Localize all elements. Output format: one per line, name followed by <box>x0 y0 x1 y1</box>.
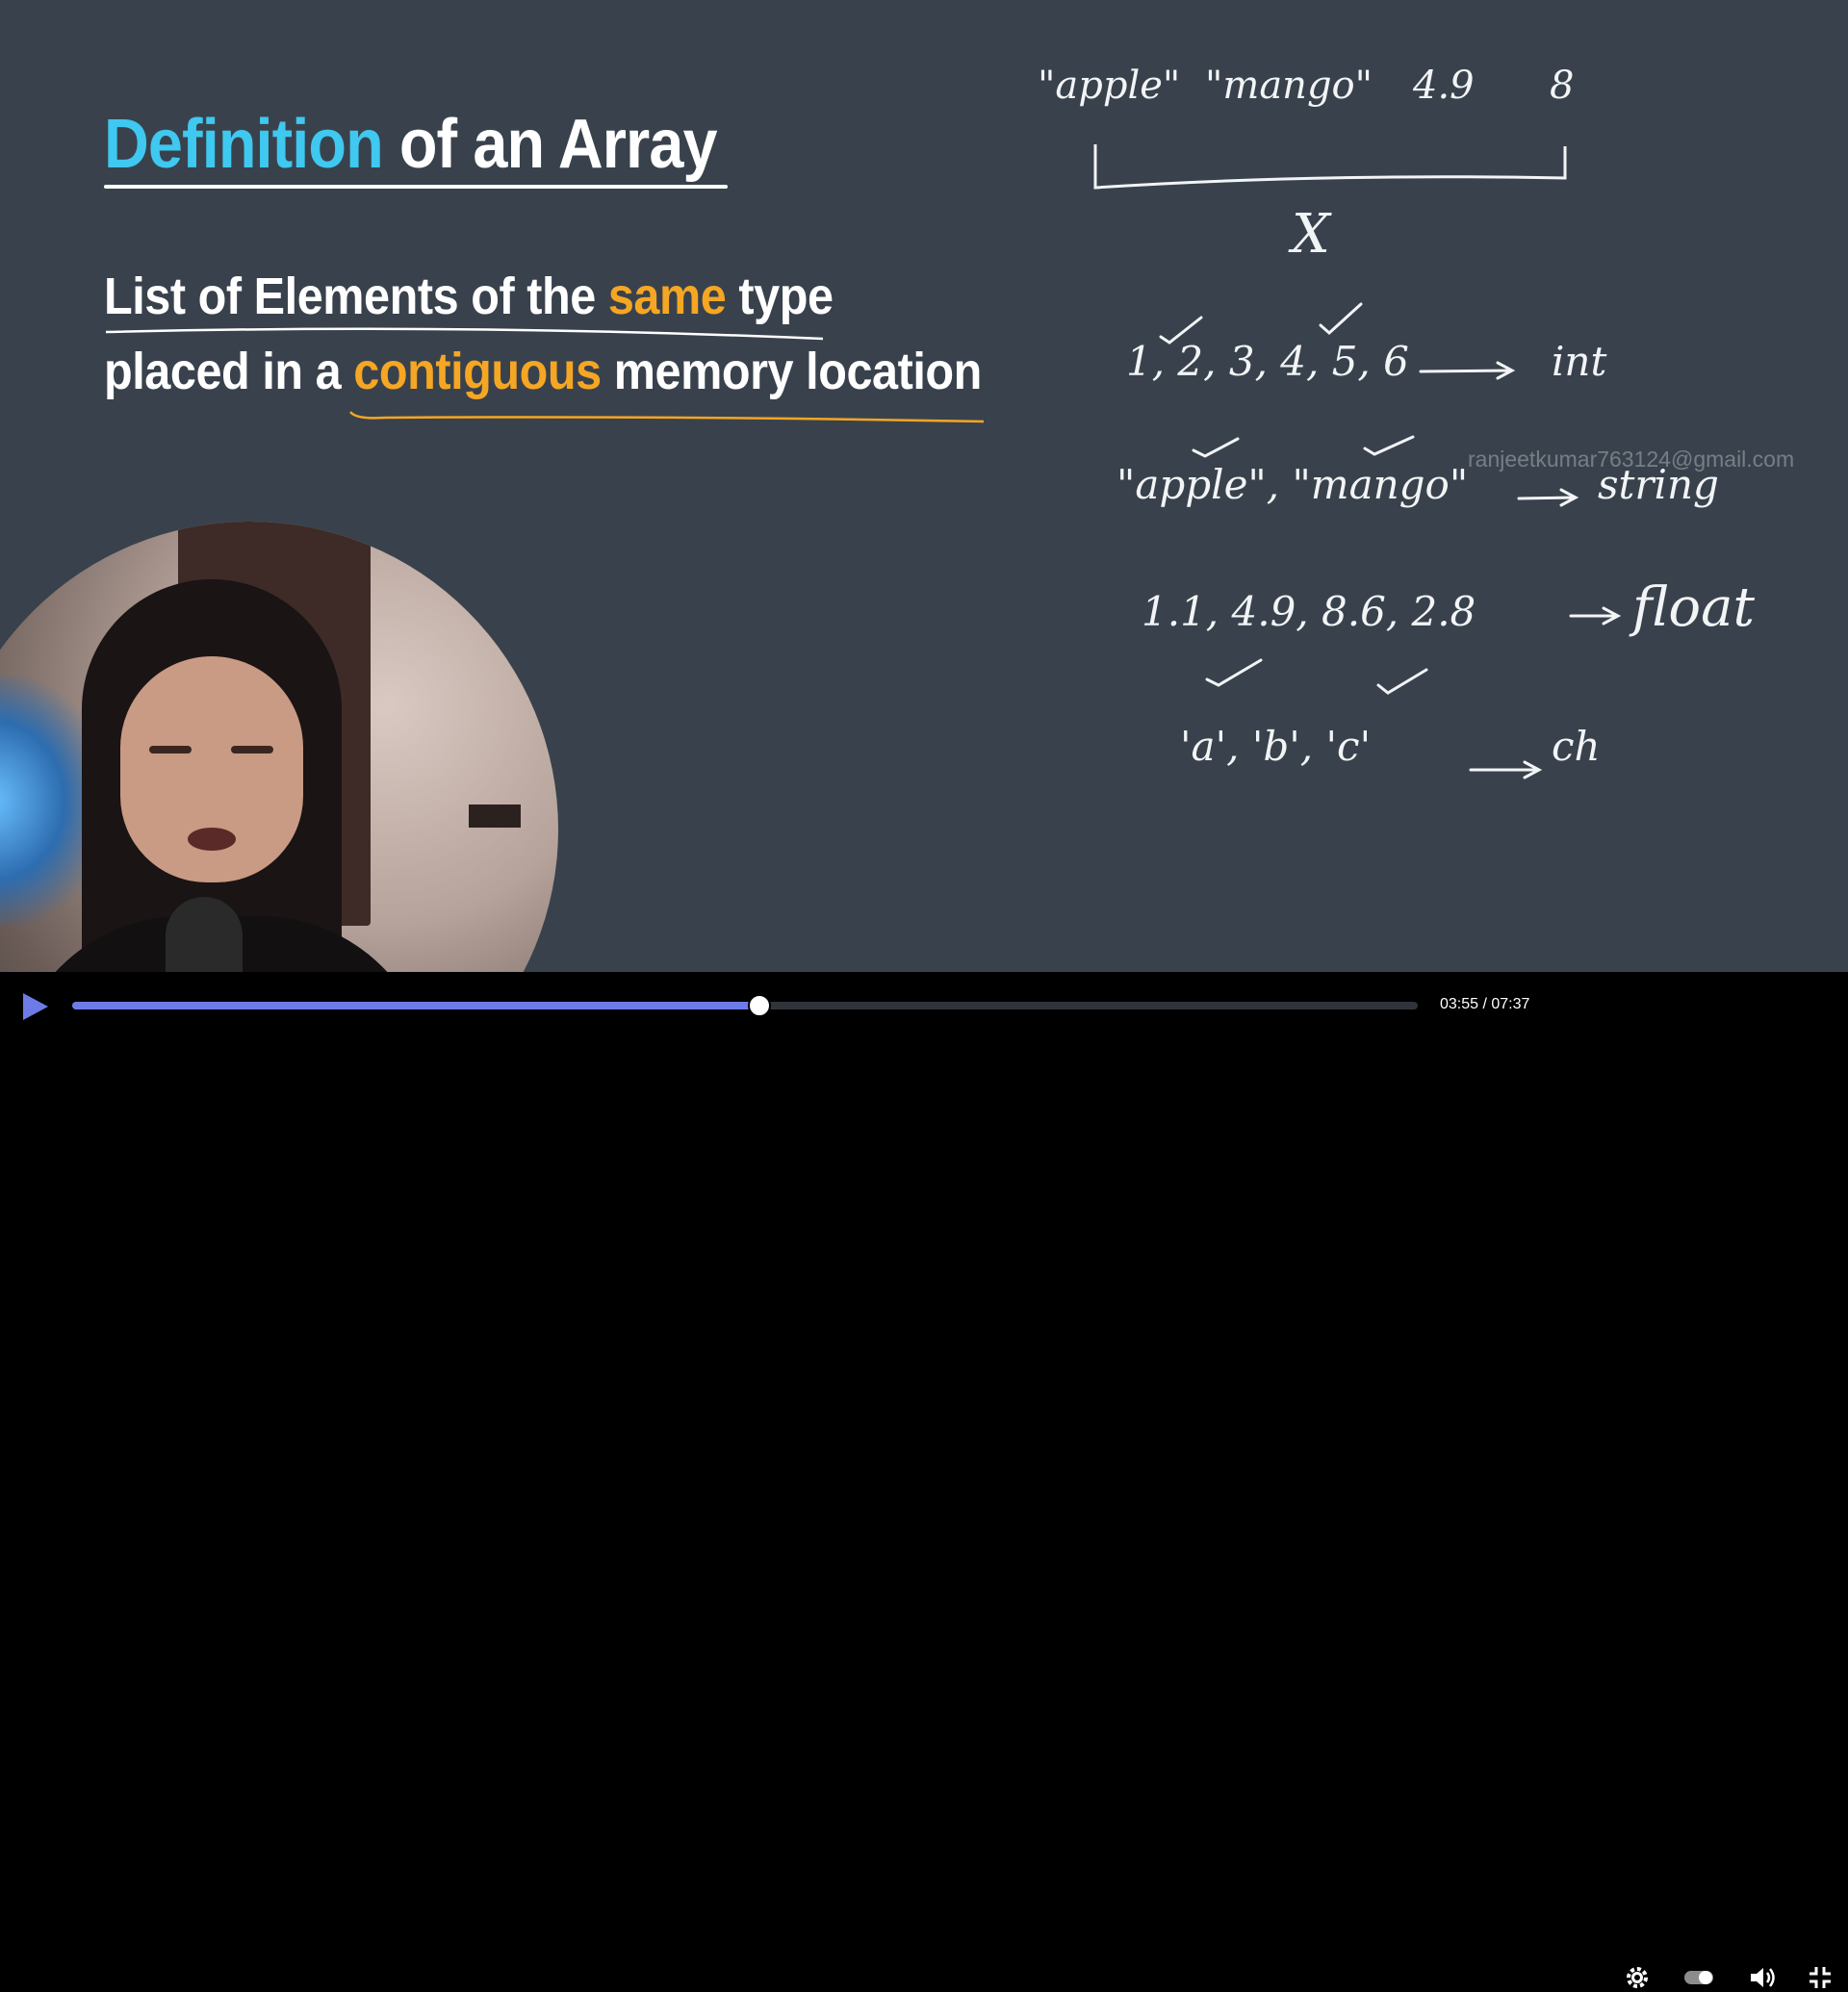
title-rest: of an Array <box>382 106 718 183</box>
arrow-char <box>1469 760 1543 779</box>
presenter-eye-right <box>231 746 273 753</box>
email-watermark: ranjeetkumar763124@gmail.com <box>1468 447 1795 472</box>
check-mark-5 <box>1205 658 1263 687</box>
top-item-int: 8 <box>1550 64 1574 108</box>
row-float-type: float <box>1629 576 1755 639</box>
check-mark-6 <box>1376 668 1428 695</box>
check-mark-4 <box>1363 435 1415 456</box>
video-frame[interactable]: Definition of an Array List of Elements … <box>0 0 1848 972</box>
title-accent-word: Definition <box>104 106 384 183</box>
arrow-int <box>1419 361 1516 380</box>
top-item-apple: "apple" <box>1038 64 1180 108</box>
volume-icon[interactable] <box>1748 1963 1777 1992</box>
title-underline <box>104 185 728 189</box>
slide-title: Definition of an Array <box>104 104 718 185</box>
seek-bar[interactable] <box>72 994 1418 1017</box>
seek-bar-played <box>72 1002 759 1009</box>
row-int-values: 1, 2, 3, 4, 5, 6 <box>1126 338 1409 385</box>
check-mark-2 <box>1319 302 1363 336</box>
top-item-mango: "mango" <box>1205 64 1373 108</box>
arrow-float <box>1569 606 1622 626</box>
presenter-mouth <box>188 828 236 851</box>
seek-bar-handle[interactable] <box>747 994 771 1017</box>
definition-line-1: List of Elements of the same type <box>104 266 834 327</box>
row-char-values: 'a', 'b', 'c' <box>1180 723 1371 770</box>
arrow-string <box>1517 488 1579 507</box>
underline-line-1 <box>105 327 824 341</box>
underline-line-2 <box>349 411 985 423</box>
play-icon[interactable] <box>17 989 52 1024</box>
line1-accent-word: same <box>607 268 727 325</box>
whiteboard-annotations: "apple" "mango" 4.9 8 X 1, 2, 3, 4, 5, 6… <box>1038 64 1755 779</box>
invalid-cross: X <box>1288 203 1332 266</box>
presenter-eye-left <box>149 746 192 753</box>
row-float-values: 1.1, 4.9, 8.6, 2.8 <box>1142 588 1476 635</box>
line2-text-after: memory location <box>601 343 983 400</box>
exit-fullscreen-icon[interactable] <box>1806 1963 1835 1992</box>
line1-text-before: List of Elements of the <box>104 268 608 325</box>
row-string-values: "apple", "mango" <box>1116 461 1468 508</box>
line2-accent-word: contiguous <box>353 343 602 400</box>
check-mark-3 <box>1192 437 1240 458</box>
time-display: 03:55 / 07:37 <box>1440 996 1530 1012</box>
top-item-float: 4.9 <box>1412 64 1475 108</box>
definition-line-2: placed in a contiguous memory location <box>104 341 982 402</box>
toggle-icon[interactable] <box>1682 1963 1715 1992</box>
grouping-bracket <box>1093 144 1567 190</box>
line1-text-after: type <box>726 268 834 325</box>
row-char-type: ch <box>1552 723 1601 770</box>
row-int-type: int <box>1552 338 1606 385</box>
line2-text-before: placed in a <box>104 343 354 400</box>
wall-switch <box>469 804 521 828</box>
presenter-webcam <box>0 522 558 972</box>
microphone <box>166 897 243 972</box>
settings-gear-icon[interactable] <box>1623 1963 1652 1992</box>
